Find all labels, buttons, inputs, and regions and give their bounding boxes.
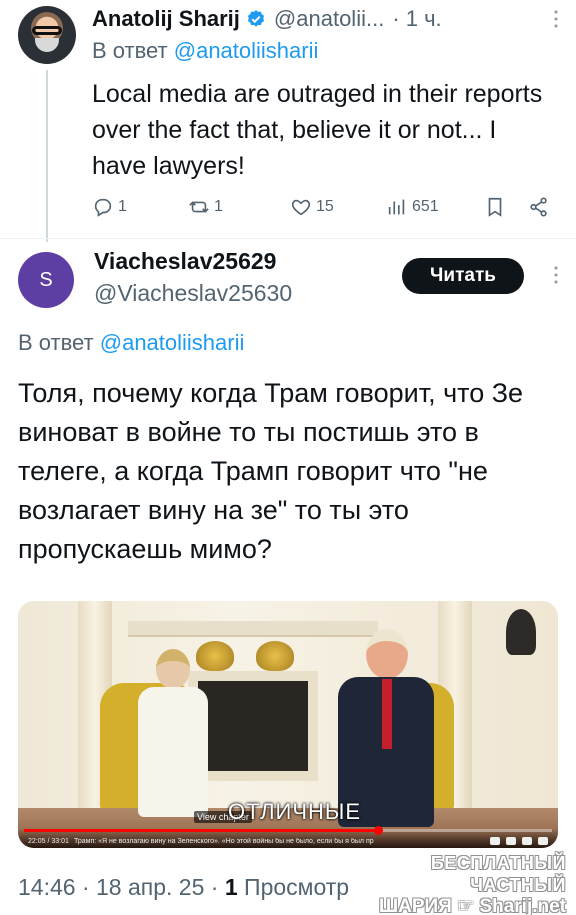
more-options-icon[interactable] [554,10,558,28]
video-person-body [138,687,208,817]
follow-button[interactable]: Читать [402,258,524,294]
like-count: 15 [316,198,334,215]
post-time[interactable]: 14:46 [18,874,76,900]
reply-context: В ответ @anatoliisharii [18,330,244,356]
author-name[interactable]: Anatolij Sharij [92,6,240,32]
more-options-icon[interactable] [554,266,558,284]
avatar[interactable]: S [18,252,74,308]
reply-button[interactable]: 1 [92,194,127,220]
video-time: 22:05 / 33:01 [28,838,69,845]
video-person-left [138,649,208,819]
retweet-button[interactable]: 1 [188,194,223,220]
views-number: 1 [224,874,238,900]
tweet-text: Толя, почему когда Трам говорит, что Зе … [18,378,524,564]
reply-prefix: В ответ [18,330,100,355]
fullscreen-icon[interactable] [538,837,548,845]
reply-context: В ответ @anatoliisharii [92,38,318,64]
tweet-actions: 1 1 15 651 [92,194,556,220]
settings-icon[interactable] [522,837,532,845]
bookmark-button[interactable] [484,194,506,220]
share-button[interactable] [528,194,550,220]
bookmark-icon [488,197,502,217]
video-person-tie [382,679,392,749]
retweet-count: 1 [214,198,223,215]
share-icon [530,197,547,217]
tweet-text: Local media are outraged in their report… [92,80,543,180]
watermark-line2: ШАРИЯ ☞ Sharij.net [338,896,566,915]
toggle-icon[interactable] [490,837,500,845]
video-person-head [366,629,408,679]
video-progress-bar[interactable] [24,826,552,835]
reply-mention-link[interactable]: @anatoliisharii [174,38,319,63]
views-label: Просмотр [244,874,350,900]
post-date[interactable]: 18 апр. 25 [96,874,204,900]
tweet-timestamp[interactable]: · 1 ч. [392,6,441,32]
views-chart-icon [388,199,405,215]
video-title: Трамп: «Я не возлагаю вину на Зеленского… [74,838,374,845]
video-bust [506,609,536,655]
like-button[interactable]: 15 [290,194,334,220]
tweet-header: Anatolij Sharij @anatolii... · 1 ч. [92,4,562,34]
cc-icon[interactable] [506,837,516,845]
tweet-meta: 14:46 · 18 апр. 25 · 1 Просмотр [18,874,349,901]
avatar[interactable] [18,6,76,64]
verified-badge-icon [247,10,265,27]
reply-count: 1 [118,198,127,215]
author-name[interactable]: Viacheslav25629 [94,248,276,275]
video-progress-fill [24,829,378,832]
reply-icon [94,198,112,217]
video-media[interactable]: View chapter ОТЛИЧНЫЕ 22:05 / 33:01 Трам… [18,601,558,848]
watermark-line1: БЕСПЛАТНЫЙ ЧАСТНЫЙ [430,853,566,895]
channel-watermark: БЕСПЛАТНЫЙ ЧАСТНЫЙ ШАРИЯ ☞ Sharij.net [338,852,566,915]
tweet-divider [0,238,576,239]
video-progress-knob[interactable] [373,826,383,835]
watermark-site: Sharij.net [479,896,566,915]
views-count: 651 [412,198,439,215]
reply-mention-link[interactable]: @anatoliisharii [100,330,245,355]
thread-connector-line [46,70,48,242]
retweet-icon [189,201,209,213]
watermark-name: ШАРИЯ [379,896,452,915]
author-handle[interactable]: @anatolii... [274,6,384,32]
video-person-head [156,649,190,689]
reply-prefix: В ответ [92,38,174,63]
author-handle[interactable]: @Viacheslav25630 [94,280,292,307]
meta-separator: · [210,874,225,900]
video-subtitle: ОТЛИЧНЫЕ [228,799,362,824]
meta-separator: · [81,874,97,900]
video-vase [256,641,294,671]
pointing-hand-icon: ☞ [457,896,475,915]
heart-icon [291,199,311,216]
avatar-beard [35,38,59,52]
views-button[interactable]: 651 [386,194,439,220]
avatar-glasses [32,26,62,35]
video-control-icons [490,837,548,845]
